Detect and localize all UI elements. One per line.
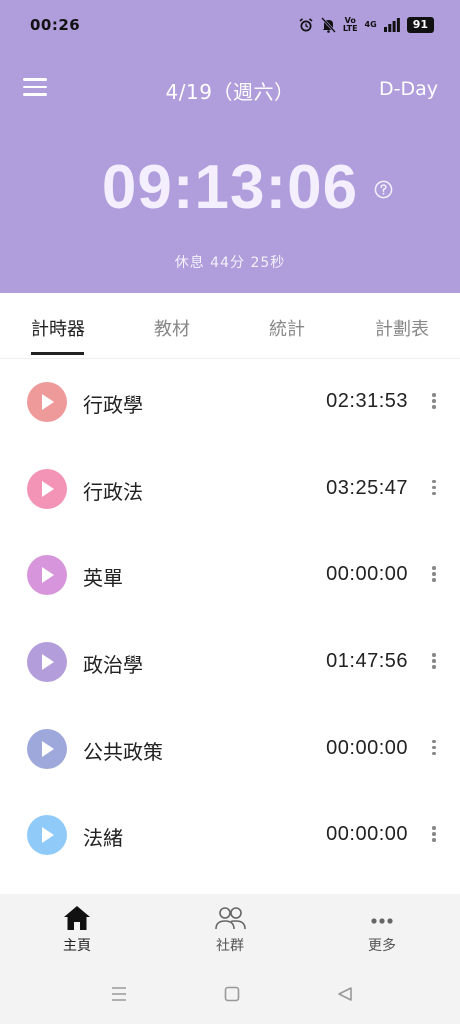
people-icon: [215, 907, 246, 930]
tab-timer[interactable]: 計時器: [31, 315, 85, 341]
tab-bar: 計時器 教材 統計 計劃表: [0, 293, 460, 359]
play-button[interactable]: [27, 642, 67, 683]
play-icon: [42, 827, 54, 844]
subject-time: 02:31:53: [326, 390, 408, 412]
play-button[interactable]: [27, 815, 67, 856]
more-vertical-icon[interactable]: [431, 479, 437, 498]
tab-statistics[interactable]: 統計: [269, 315, 305, 341]
subject-name: 行政學: [83, 393, 143, 417]
more-vertical-icon[interactable]: [431, 826, 437, 844]
mute-bell-icon: [320, 17, 336, 33]
subject-time: 00:00:00: [326, 736, 408, 759]
volte-indicator: Vo LTE: [342, 16, 358, 33]
rest-time-text: 休息 44分 25秒: [174, 255, 286, 271]
list-item[interactable]: 行政學 02:31:53: [0, 359, 460, 446]
list-item[interactable]: 公共政策 00:00:00: [0, 706, 460, 793]
dday-button[interactable]: D-Day: [379, 78, 438, 100]
nav-community[interactable]: 社群: [185, 904, 275, 955]
alarm-icon: [299, 18, 313, 32]
list-item[interactable]: 政治學 01:47:56: [0, 619, 460, 706]
signal-icon: [383, 18, 400, 32]
play-icon: [42, 394, 54, 410]
subject-time: 00:00:00: [326, 563, 408, 586]
status-bar: 00:26 Vo LTE 4G 91: [0, 0, 460, 50]
play-icon: [42, 654, 54, 671]
play-icon: [42, 740, 54, 757]
subject-time: 00:00:00: [326, 823, 408, 846]
tab-materials[interactable]: 教材: [154, 315, 190, 341]
more-vertical-icon[interactable]: [431, 653, 437, 671]
nav-home[interactable]: 主頁: [32, 904, 122, 955]
system-nav-bar: [0, 964, 460, 1024]
tab-schedule[interactable]: 計劃表: [375, 315, 429, 341]
subject-name: 政治學: [83, 653, 143, 678]
subject-name: 英單: [83, 566, 123, 591]
status-icons: Vo LTE 4G 91: [298, 14, 434, 36]
play-button[interactable]: [27, 468, 67, 509]
back-icon[interactable]: [337, 986, 353, 1002]
nav-more[interactable]: 更多: [337, 904, 427, 955]
subject-name: 行政法: [83, 479, 143, 504]
header: 00:26 Vo LTE 4G 91 4/19（週六） D-Day 09:13:…: [0, 0, 460, 293]
list-item[interactable]: 行政法 03:25:47: [0, 446, 460, 533]
help-icon[interactable]: [374, 180, 393, 199]
play-icon: [42, 567, 54, 584]
home-icon: [64, 906, 90, 930]
subject-list: 行政學 02:31:53 行政法 03:25:47 英單 00:00:00 政治…: [0, 359, 460, 879]
more-vertical-icon[interactable]: [431, 393, 437, 411]
subject-time: 03:25:47: [326, 476, 408, 499]
recent-apps-icon[interactable]: [110, 986, 128, 1002]
play-button[interactable]: [27, 555, 67, 596]
nav-more-label: 更多: [368, 938, 396, 954]
list-item[interactable]: 法緒 00:00:00: [0, 792, 460, 879]
nav-community-label: 社群: [216, 938, 244, 954]
bottom-nav: 主頁 社群 更多: [0, 894, 460, 964]
status-time: 00:26: [30, 16, 81, 34]
list-item[interactable]: 英單 00:00:00: [0, 532, 460, 619]
battery-indicator: 91: [406, 17, 434, 33]
network-type: 4G: [364, 20, 377, 29]
subject-time: 01:47:56: [326, 650, 408, 673]
nav-home-label: 主頁: [63, 938, 91, 954]
more-vertical-icon[interactable]: [431, 566, 437, 584]
more-horizontal-icon: [371, 918, 393, 924]
play-icon: [42, 480, 54, 497]
play-button[interactable]: [27, 728, 67, 769]
subject-name: 法緒: [83, 826, 123, 851]
subject-name: 公共政策: [83, 739, 163, 764]
play-button[interactable]: [27, 382, 67, 422]
home-square-icon[interactable]: [224, 986, 240, 1002]
more-vertical-icon[interactable]: [431, 739, 437, 758]
active-tab-indicator: [31, 352, 84, 355]
